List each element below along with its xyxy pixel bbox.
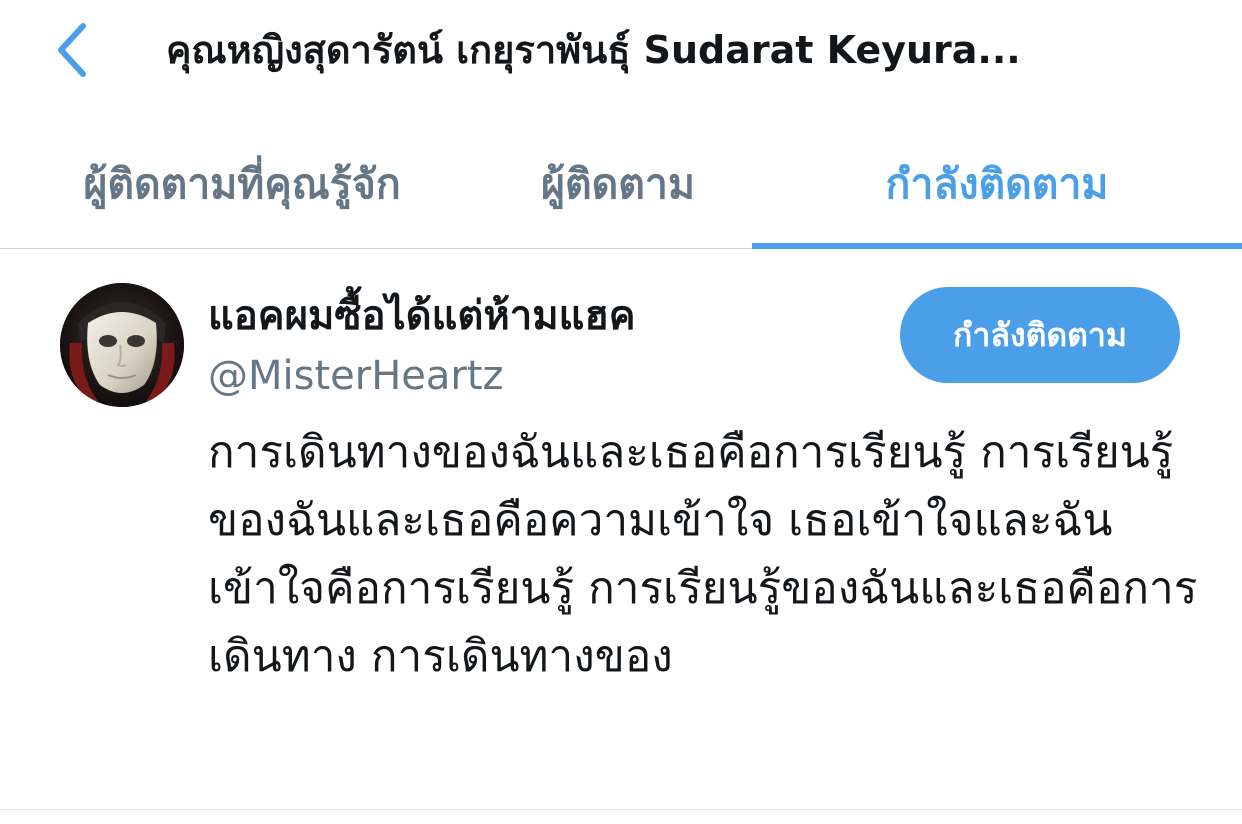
chevron-left-icon xyxy=(58,23,86,77)
user-bio: การเดินทางของฉันและเธอคือการเรียนรู้ การ… xyxy=(208,427,1198,682)
back-button[interactable] xyxy=(38,12,108,88)
list-item[interactable]: แอคผมซื้อได้แต่ห้ามแฮค @MisterHeartz กำล… xyxy=(0,249,1242,810)
mask-avatar-image xyxy=(60,283,184,407)
user-display-name[interactable]: แอคผมซื้อได้แต่ห้ามแฮค xyxy=(208,289,636,343)
tab-following[interactable]: กำลังติดตาม xyxy=(752,120,1242,248)
avatar[interactable] xyxy=(60,283,184,407)
tab-followers[interactable]: ผู้ติดตาม xyxy=(498,120,738,248)
following-button[interactable]: กำลังติดตาม xyxy=(900,287,1180,383)
nav-header: คุณหญิงสุดารัตน์ เกยุราพันธุ์ Sudarat Ke… xyxy=(0,0,1242,110)
tab-bar: ผู้ติดตามที่คุณรู้จัก ผู้ติดตาม กำลังติด… xyxy=(0,120,1242,249)
user-handle[interactable]: @MisterHeartz xyxy=(208,349,504,403)
following-screen: คุณหญิงสุดารัตน์ เกยุราพันธุ์ Sudarat Ke… xyxy=(0,0,1242,824)
tab-followers-you-know[interactable]: ผู้ติดตามที่คุณรู้จัก xyxy=(22,120,462,248)
page-title: คุณหญิงสุดารัตน์ เกยุราพันธุ์ Sudarat Ke… xyxy=(166,28,1021,72)
